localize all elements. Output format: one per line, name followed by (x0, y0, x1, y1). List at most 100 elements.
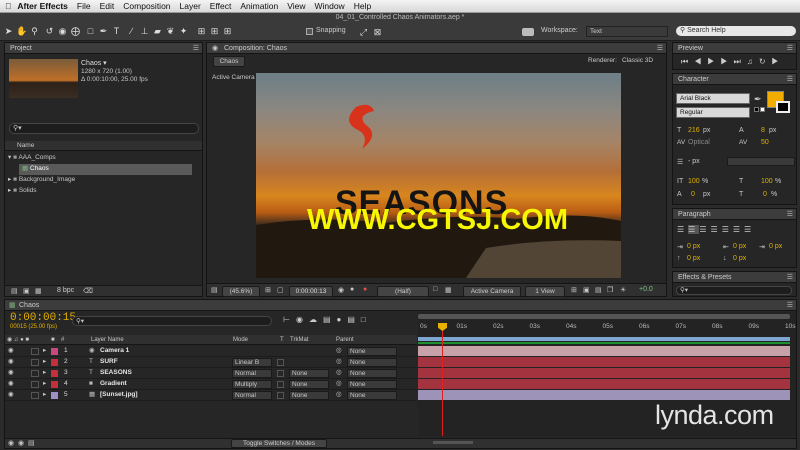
region-of-interest-icon[interactable]: □ (433, 286, 437, 293)
kerning-value[interactable]: Optical (688, 139, 710, 146)
timeline-icon[interactable]: ▤ (595, 286, 602, 294)
exposure-icon[interactable]: ☀ (620, 286, 626, 294)
preserve-transparency-checkbox[interactable] (277, 359, 284, 366)
justify-right-icon[interactable]: ☰ (733, 225, 744, 234)
layer-row[interactable]: ◉ ▸ 2 T SURF Linear B ◎ None (5, 357, 417, 368)
number-column-icon[interactable]: # (61, 335, 64, 345)
layer-parent-select[interactable]: None (347, 369, 397, 378)
panel-menu-icon[interactable]: ☰ (787, 272, 793, 283)
composition-tab[interactable]: ◉ Composition: Chaos ☰ (207, 43, 666, 54)
align-right-icon[interactable]: ☰ (699, 225, 710, 234)
workspace-icon[interactable] (522, 28, 534, 36)
align-left-icon[interactable]: ☰ (677, 225, 688, 234)
layer-name[interactable]: SURF (100, 357, 118, 368)
brush-tool-icon[interactable]: ∕ (126, 26, 137, 37)
show-snapshot-icon[interactable]: ● (350, 286, 354, 293)
view-layout-select[interactable]: 1 View (525, 286, 565, 297)
grid-icon[interactable]: ⊞ (265, 286, 271, 294)
font-size-value[interactable]: 216 (688, 127, 700, 134)
apple-icon[interactable]:  (5, 1, 11, 11)
layer-parent-select[interactable]: None (347, 391, 397, 400)
indent-first-value[interactable]: 0 px (769, 243, 782, 250)
label-column-icon[interactable]: ■ (51, 335, 55, 345)
pan-behind-tool-icon[interactable]: ⨁ (70, 26, 81, 37)
layer-mode-select[interactable]: Linear B (232, 358, 272, 367)
disclosure-triangle-icon[interactable]: ▾ (5, 154, 11, 161)
lock-switch[interactable] (31, 348, 39, 355)
time-ruler[interactable]: 0s 01s 02s 03s 04s 05s 06s 07s 08s 09s 10s (418, 323, 795, 335)
stroke-width-value[interactable]: - px (688, 158, 700, 165)
layer-duration-bar[interactable] (418, 379, 790, 389)
menu-effect[interactable]: Effect (210, 1, 232, 11)
interpret-footage-icon[interactable]: ▤ (11, 287, 18, 295)
local-axis-icon[interactable]: ⊞ (196, 26, 207, 37)
layer-mode-select[interactable]: Normal (232, 391, 272, 400)
layer-label-color[interactable] (51, 392, 58, 399)
layer-trkmat-select[interactable]: None (289, 380, 329, 389)
project-tree-item-selected[interactable]: ▦ Chaos (19, 164, 192, 175)
app-name[interactable]: After Effects (17, 1, 68, 11)
comp-mini-flowchart-icon[interactable]: ⊢ (283, 315, 296, 324)
loop-icon[interactable]: ↻ (759, 57, 772, 66)
search-help-field[interactable]: ⚲ Search Help (676, 26, 796, 36)
toggle-pixel-aspect-icon[interactable]: ⊞ (571, 286, 577, 294)
layer-label-color[interactable] (51, 381, 58, 388)
menu-composition[interactable]: Composition (123, 1, 170, 11)
snap-options-icon[interactable]: ⤢ (358, 27, 369, 38)
camera-tool-icon[interactable]: ◉ (57, 26, 68, 37)
baseline-shift-value[interactable]: 0 (691, 191, 695, 198)
align-center-icon[interactable]: ☰ (688, 225, 700, 234)
lock-switch[interactable] (31, 392, 39, 399)
transparency-grid-icon[interactable]: ▦ (445, 286, 452, 294)
visibility-eye-icon[interactable]: ◉ (8, 379, 14, 390)
project-column-name[interactable]: Name (5, 141, 202, 151)
layer-trkmat-select[interactable]: None (289, 391, 329, 400)
black-swatch[interactable] (754, 107, 759, 112)
space-before-value[interactable]: 0 px (687, 255, 700, 262)
workspace-select[interactable]: Text (586, 26, 668, 37)
project-tab[interactable]: Project ☰ (5, 43, 202, 54)
justify-center-icon[interactable]: ☰ (722, 225, 733, 234)
layer-parent-select[interactable]: None (347, 358, 397, 367)
in-out-pane-icon[interactable]: ▤ (28, 439, 35, 447)
layer-parent-select[interactable]: None (347, 347, 397, 356)
panel-menu-icon[interactable]: ☰ (787, 43, 793, 54)
snapping-checkbox[interactable] (306, 28, 313, 35)
safe-margin-icon[interactable]: ▢ (277, 286, 284, 294)
layer-duration-bar[interactable] (418, 390, 790, 400)
indent-right-value[interactable]: 0 px (733, 243, 746, 250)
zoom-tool-icon[interactable]: ⚲ (29, 26, 40, 37)
snap-edges-icon[interactable]: ⊠ (372, 27, 383, 38)
character-tab[interactable]: Character ☰ (673, 74, 796, 85)
expand-layer-icon[interactable]: ▸ (43, 390, 46, 401)
layer-name[interactable]: Gradient (100, 379, 127, 390)
auto-keyframe-icon[interactable]: □ (361, 315, 372, 324)
rotate-tool-icon[interactable]: ↺ (44, 26, 55, 37)
indent-left-value[interactable]: 0 px (687, 243, 700, 250)
roto-brush-tool-icon[interactable]: ❦ (165, 26, 176, 37)
zoom-slider[interactable] (433, 441, 473, 444)
trash-icon[interactable]: ⌫ (83, 287, 93, 295)
layer-label-color[interactable] (51, 348, 58, 355)
layer-label-color[interactable] (51, 359, 58, 366)
fast-previews-icon[interactable]: ▣ (583, 286, 590, 294)
renderer-value[interactable]: Classic 3D (622, 57, 653, 64)
tsume-value[interactable]: 0 (763, 191, 767, 198)
layer-name-column[interactable]: Layer Name (91, 335, 124, 345)
layer-parent-select[interactable]: None (347, 380, 397, 389)
new-folder-icon[interactable]: ▣ (23, 287, 30, 295)
lock-switch[interactable] (31, 359, 39, 366)
effects-presets-tab[interactable]: Effects & Presets ☰ (673, 272, 796, 283)
paragraph-tab[interactable]: Paragraph ☰ (673, 209, 796, 220)
camera-view-select[interactable]: Active Camera (463, 286, 521, 297)
first-frame-icon[interactable]: ⏮ (681, 57, 694, 66)
layer-switches-pane-icon[interactable]: ◉ (8, 439, 14, 447)
layer-duration-bar[interactable] (418, 357, 790, 367)
disclosure-triangle-icon[interactable]: ▸ (5, 176, 11, 183)
layer-row[interactable]: ◉ ▸ 5 ▦ [Sunset.jpg] Normal None ◎ None (5, 390, 417, 401)
visibility-eye-icon[interactable]: ◉ (8, 357, 14, 368)
layer-row[interactable]: ◉ ▸ 4 ■ Gradient Multiply None ◎ None (5, 379, 417, 390)
font-style-select[interactable]: Regular (676, 107, 750, 118)
layer-row[interactable]: ◉ ▸ 3 T SEASONS Normal None ◎ None (5, 368, 417, 379)
world-axis-icon[interactable]: ⊞ (209, 26, 220, 37)
